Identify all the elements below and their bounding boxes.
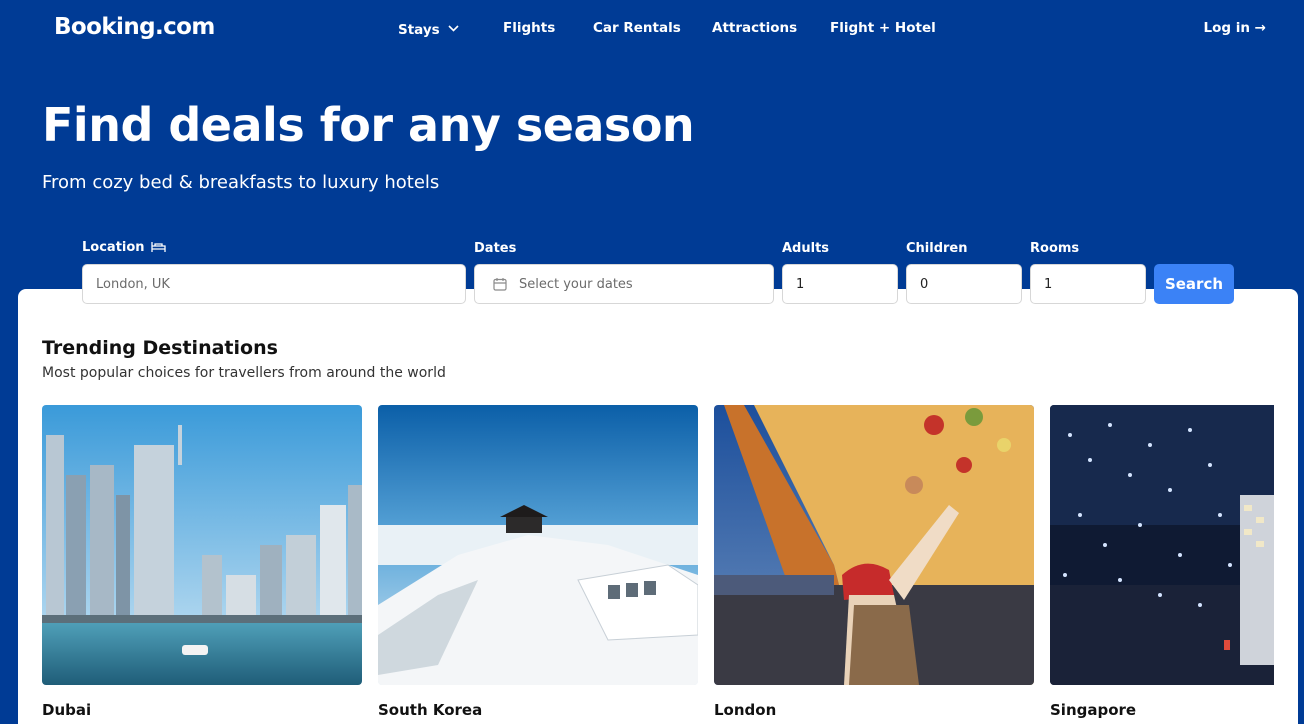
location-placeholder: London, UK <box>96 276 170 292</box>
destination-carousel: Dubai South Korea London Singapore <box>0 0 1274 724</box>
adults-value: 1 <box>796 276 805 292</box>
children-input[interactable]: 0 <box>906 264 1022 304</box>
children-value: 0 <box>920 276 929 292</box>
destination-card-south-korea[interactable]: South Korea <box>378 405 698 719</box>
destination-image <box>1050 405 1274 685</box>
destination-card-singapore[interactable]: Singapore <box>1050 405 1274 719</box>
dates-placeholder: Select your dates <box>519 276 633 292</box>
rooms-value: 1 <box>1044 276 1053 292</box>
destination-card-london[interactable]: London <box>714 405 1034 719</box>
search-button[interactable]: Search <box>1154 264 1234 304</box>
destination-name: South Korea <box>378 701 483 719</box>
dates-input[interactable]: Select your dates <box>474 264 774 304</box>
destination-card-dubai[interactable]: Dubai <box>42 405 362 719</box>
destination-image <box>378 405 698 685</box>
destination-image <box>714 405 1034 685</box>
destination-name: Dubai <box>42 701 92 719</box>
destination-name: Singapore <box>1050 701 1137 719</box>
destination-name: London <box>714 701 777 719</box>
location-input[interactable]: London, UK <box>82 264 466 304</box>
rooms-input[interactable]: 1 <box>1030 264 1146 304</box>
destination-image <box>42 405 362 685</box>
calendar-icon <box>493 277 507 291</box>
adults-input[interactable]: 1 <box>782 264 898 304</box>
